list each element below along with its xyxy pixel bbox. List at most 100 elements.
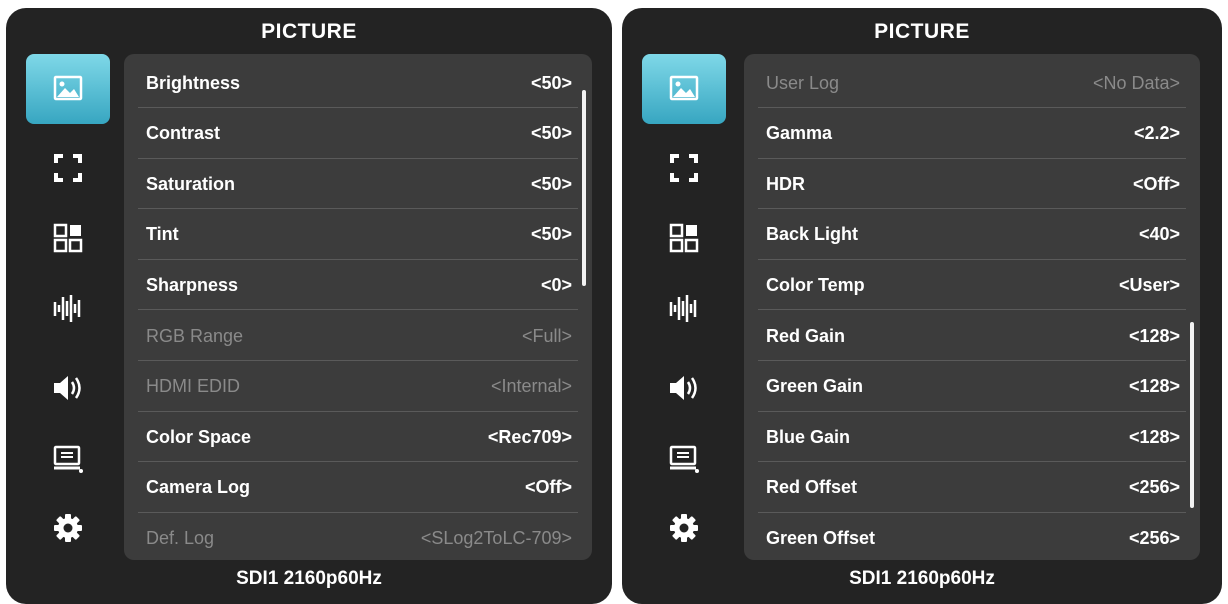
setting-row-saturation[interactable]: Saturation <50> [124, 159, 592, 210]
setting-label: Red Gain [766, 325, 846, 346]
sidebar-tab-audio-meter[interactable] [642, 274, 726, 342]
gear-icon [668, 512, 700, 544]
setting-row-red-gain[interactable]: Red Gain <128> [744, 311, 1200, 361]
setting-row-rgb-range[interactable]: RGB Range <Full> [124, 311, 592, 361]
sidebar-tab-display[interactable] [642, 424, 726, 492]
grid-layout-icon [668, 222, 700, 254]
sidebar-tab-picture[interactable] [642, 54, 726, 124]
setting-value[interactable]: <40> [1139, 224, 1180, 245]
setting-label: Def. Log [146, 527, 215, 548]
sidebar-tab-grid-layout[interactable] [642, 204, 726, 272]
setting-row-tint[interactable]: Tint <50> [124, 210, 592, 260]
setting-label: Color Temp [766, 274, 865, 295]
setting-value[interactable]: <Internal> [491, 376, 572, 397]
setting-value[interactable]: <50> [531, 123, 572, 144]
setting-row-red-offset[interactable]: Red Offset <256> [744, 463, 1200, 513]
setting-row-blue-gain[interactable]: Blue Gain <128> [744, 412, 1200, 463]
picture-icon [52, 73, 84, 105]
menu-title: PICTURE [261, 20, 357, 43]
setting-row-gamma[interactable]: Gamma <2.2> [744, 109, 1200, 159]
setting-value[interactable]: <Off> [525, 477, 572, 498]
setting-label: Blue Gain [766, 426, 851, 447]
setting-label: Back Light [766, 224, 859, 245]
setting-row-def-log[interactable]: Def. Log <SLog2ToLC-709> [124, 513, 592, 560]
setting-row-hdmi-edid[interactable]: HDMI EDID <Internal> [124, 362, 592, 412]
aspect-ratio-icon [668, 152, 700, 184]
signal-status: SDI1 2160p60Hz [236, 568, 382, 589]
setting-label: Contrast [146, 123, 221, 144]
setting-value[interactable]: <256> [1129, 477, 1180, 498]
setting-row-hdr[interactable]: HDR <Off> [744, 159, 1200, 210]
setting-label: RGB Range [146, 325, 244, 346]
setting-value[interactable]: <128> [1129, 326, 1180, 347]
audio-meter-icon [668, 292, 700, 324]
setting-value[interactable]: <0> [541, 275, 572, 296]
speaker-icon [668, 372, 700, 404]
scrollbar[interactable] [1190, 322, 1194, 508]
setting-row-color-space[interactable]: Color Space <Rec709> [124, 412, 592, 463]
sidebar-tab-gear[interactable] [26, 494, 110, 562]
setting-value[interactable]: <128> [1129, 427, 1180, 448]
sidebar-tab-speaker[interactable] [26, 354, 110, 422]
category-sidebar [26, 54, 110, 554]
setting-label: Gamma [766, 123, 833, 144]
setting-value[interactable]: <User> [1119, 275, 1180, 296]
gear-icon [52, 512, 84, 544]
setting-label: HDR [766, 173, 805, 194]
setting-label: HDMI EDID [146, 376, 240, 397]
setting-value[interactable]: <50> [531, 174, 572, 195]
sidebar-tab-grid-layout[interactable] [26, 204, 110, 272]
sidebar-tab-picture[interactable] [26, 54, 110, 124]
setting-value[interactable]: <256> [1129, 528, 1180, 549]
display-icon [668, 442, 700, 474]
setting-row-green-offset[interactable]: Green Offset <256> [744, 513, 1200, 560]
setting-value[interactable]: <Off> [1133, 174, 1180, 195]
setting-row-camera-log[interactable]: Camera Log <Off> [124, 463, 592, 513]
setting-value[interactable]: <128> [1129, 376, 1180, 397]
setting-label: Saturation [146, 173, 236, 194]
setting-value[interactable]: <2.2> [1134, 123, 1180, 144]
picture-menu-panel-right: PICTURE User Log <No Data> Gamma <2.2> HDR <O… [622, 8, 1222, 604]
category-sidebar [642, 54, 726, 554]
setting-label: Sharpness [146, 274, 239, 295]
display-icon [52, 442, 84, 474]
sidebar-tab-aspect-ratio[interactable] [642, 134, 726, 202]
audio-meter-icon [52, 292, 84, 324]
settings-list[interactable]: User Log <No Data> Gamma <2.2> HDR <Off> Back … [744, 54, 1200, 560]
aspect-ratio-icon [52, 152, 84, 184]
picture-menu-panel-left: PICTURE Brightness <50> Contrast <50> Satura… [6, 8, 612, 604]
setting-value[interactable]: <Full> [522, 326, 572, 347]
grid-layout-icon [52, 222, 84, 254]
setting-row-brightness[interactable]: Brightness <50> [124, 58, 592, 108]
sidebar-tab-gear[interactable] [642, 494, 726, 562]
setting-label: Red Offset [766, 477, 858, 498]
settings-list[interactable]: Brightness <50> Contrast <50> Saturation <50>… [124, 54, 592, 560]
sidebar-tab-audio-meter[interactable] [26, 274, 110, 342]
setting-row-back-light[interactable]: Back Light <40> [744, 210, 1200, 260]
setting-value[interactable]: <50> [531, 73, 572, 94]
setting-label: Green Gain [766, 376, 864, 397]
setting-value[interactable]: <Rec709> [488, 427, 572, 448]
setting-row-color-temp[interactable]: Color Temp <User> [744, 260, 1200, 311]
sidebar-tab-speaker[interactable] [642, 354, 726, 422]
sidebar-tab-display[interactable] [26, 424, 110, 492]
setting-row-user-log[interactable]: User Log <No Data> [744, 58, 1200, 108]
setting-row-green-gain[interactable]: Green Gain <128> [744, 362, 1200, 412]
sidebar-tab-aspect-ratio[interactable] [26, 134, 110, 202]
setting-label: Tint [146, 224, 179, 245]
setting-row-contrast[interactable]: Contrast <50> [124, 109, 592, 159]
setting-label: Brightness [146, 72, 241, 93]
speaker-icon [52, 372, 84, 404]
setting-value[interactable]: <50> [531, 224, 572, 245]
setting-label: User Log [766, 72, 840, 93]
setting-value[interactable]: <No Data> [1093, 73, 1180, 94]
signal-status: SDI1 2160p60Hz [849, 568, 995, 589]
setting-label: Camera Log [146, 477, 251, 498]
setting-value[interactable]: <SLog2ToLC-709> [421, 528, 572, 549]
setting-label: Color Space [146, 426, 252, 447]
setting-label: Green Offset [766, 527, 876, 548]
scrollbar[interactable] [582, 90, 586, 286]
menu-title: PICTURE [874, 20, 970, 43]
setting-row-sharpness[interactable]: Sharpness <0> [124, 260, 592, 311]
picture-icon [668, 73, 700, 105]
